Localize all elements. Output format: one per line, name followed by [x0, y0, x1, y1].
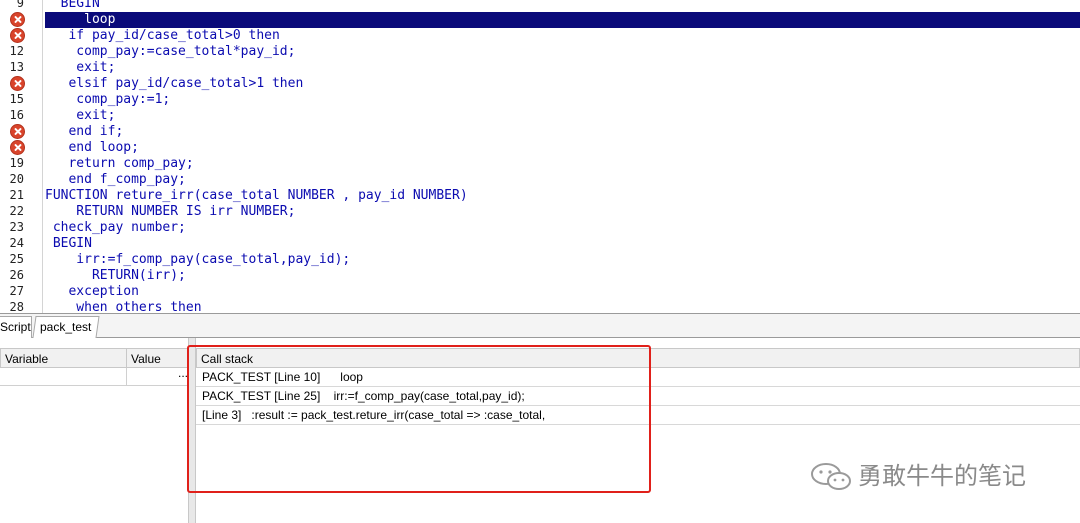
line-number-row[interactable]: 16	[0, 107, 43, 123]
line-number-row[interactable]: 23	[0, 219, 43, 235]
breakpoint-icon[interactable]	[10, 76, 25, 91]
code-line[interactable]: end f_comp_pay;	[45, 172, 1080, 188]
tab-script[interactable]: Script	[0, 316, 32, 338]
code-line[interactable]: when others then	[45, 300, 1080, 313]
code-line[interactable]: exception	[45, 284, 1080, 300]
code-line[interactable]: exit;	[45, 108, 1080, 124]
line-number-row[interactable]: 27	[0, 283, 43, 299]
watermark-text: 勇敢牛牛的笔记	[858, 463, 1026, 490]
wechat-icon	[811, 463, 851, 490]
variables-panel: Variable Value ...	[0, 348, 188, 523]
code-line[interactable]: BEGIN	[45, 236, 1080, 252]
line-number: 21	[9, 188, 24, 202]
line-number-row[interactable]: 24	[0, 235, 43, 251]
current-execution-line[interactable]: loop	[45, 12, 1080, 28]
line-number: 27	[9, 284, 24, 298]
breakpoint-row[interactable]	[0, 123, 43, 139]
line-number: 15	[9, 92, 24, 106]
tab-pack-test-label: pack_test	[40, 320, 92, 334]
variable-name-cell[interactable]	[0, 368, 127, 386]
red-annotation-box	[187, 345, 651, 493]
code-line[interactable]: RETURN(irr);	[45, 268, 1080, 284]
line-number: 12	[9, 44, 24, 58]
variable-row[interactable]: ...	[0, 366, 188, 386]
line-number: 13	[9, 60, 24, 74]
breakpoint-icon[interactable]	[10, 140, 25, 155]
line-number-row[interactable]: 19	[0, 155, 43, 171]
code-editor[interactable]: 9 12 13 15 16 19 20 21 22 23 24 25 26 27 28 BEGIN loop…	[0, 0, 1080, 313]
code-line[interactable]: check_pay number;	[45, 220, 1080, 236]
breakpoint-row[interactable]	[0, 11, 43, 27]
breakpoint-icon[interactable]	[10, 12, 25, 27]
line-number: 9	[16, 0, 24, 10]
line-number-row[interactable]: 15	[0, 91, 43, 107]
breakpoint-row[interactable]	[0, 27, 43, 43]
column-header-value[interactable]: Value	[126, 348, 188, 368]
line-number: 19	[9, 156, 24, 170]
code-line[interactable]: comp_pay:=case_total*pay_id;	[45, 44, 1080, 60]
line-number-row[interactable]: 25	[0, 251, 43, 267]
line-number: 16	[9, 108, 24, 122]
line-number: 25	[9, 252, 24, 266]
line-number: 22	[9, 204, 24, 218]
line-number-row[interactable]: 26	[0, 267, 43, 283]
column-header-variable[interactable]: Variable	[0, 348, 127, 368]
code-line[interactable]: end if;	[45, 124, 1080, 140]
code-line[interactable]: comp_pay:=1;	[45, 92, 1080, 108]
line-number-row[interactable]: 9	[0, 0, 43, 11]
line-number: 24	[9, 236, 24, 250]
line-number: 28	[9, 300, 24, 313]
code-line[interactable]: exit;	[45, 60, 1080, 76]
line-number-row[interactable]: 28	[0, 299, 43, 313]
line-number-row[interactable]: 13	[0, 59, 43, 75]
watermark: 勇敢牛牛的笔记	[810, 460, 1060, 494]
code-line[interactable]: end loop;	[45, 140, 1080, 156]
breakpoint-row[interactable]	[0, 75, 43, 91]
line-number: 26	[9, 268, 24, 282]
code-line[interactable]: irr:=f_comp_pay(case_total,pay_id);	[45, 252, 1080, 268]
code-line[interactable]: RETURN NUMBER IS irr NUMBER;	[45, 204, 1080, 220]
line-number: 20	[9, 172, 24, 186]
line-number-row[interactable]: 20	[0, 171, 43, 187]
code-line[interactable]: elsif pay_id/case_total>1 then	[45, 76, 1080, 92]
code-line[interactable]: BEGIN	[45, 0, 1080, 12]
code-line[interactable]: FUNCTION reture_irr(case_total NUMBER , …	[45, 188, 1080, 204]
code-line[interactable]: if pay_id/case_total>0 then	[45, 28, 1080, 44]
breakpoint-row[interactable]	[0, 139, 43, 155]
breakpoint-icon[interactable]	[10, 124, 25, 139]
line-number-row[interactable]: 21	[0, 187, 43, 203]
line-number: 23	[9, 220, 24, 234]
code-line[interactable]: return comp_pay;	[45, 156, 1080, 172]
line-number-row[interactable]: 12	[0, 43, 43, 59]
editor-tab-bar: Script pack_test	[0, 313, 1080, 338]
code-area[interactable]: BEGIN loop if pay_id/case_total>0 then c…	[45, 0, 1080, 313]
breakpoint-icon[interactable]	[10, 28, 25, 43]
editor-gutter[interactable]: 9 12 13 15 16 19 20 21 22 23 24 25 26 27 28	[0, 0, 43, 313]
tab-pack-test[interactable]: pack_test	[32, 316, 100, 338]
line-number-row[interactable]: 22	[0, 203, 43, 219]
